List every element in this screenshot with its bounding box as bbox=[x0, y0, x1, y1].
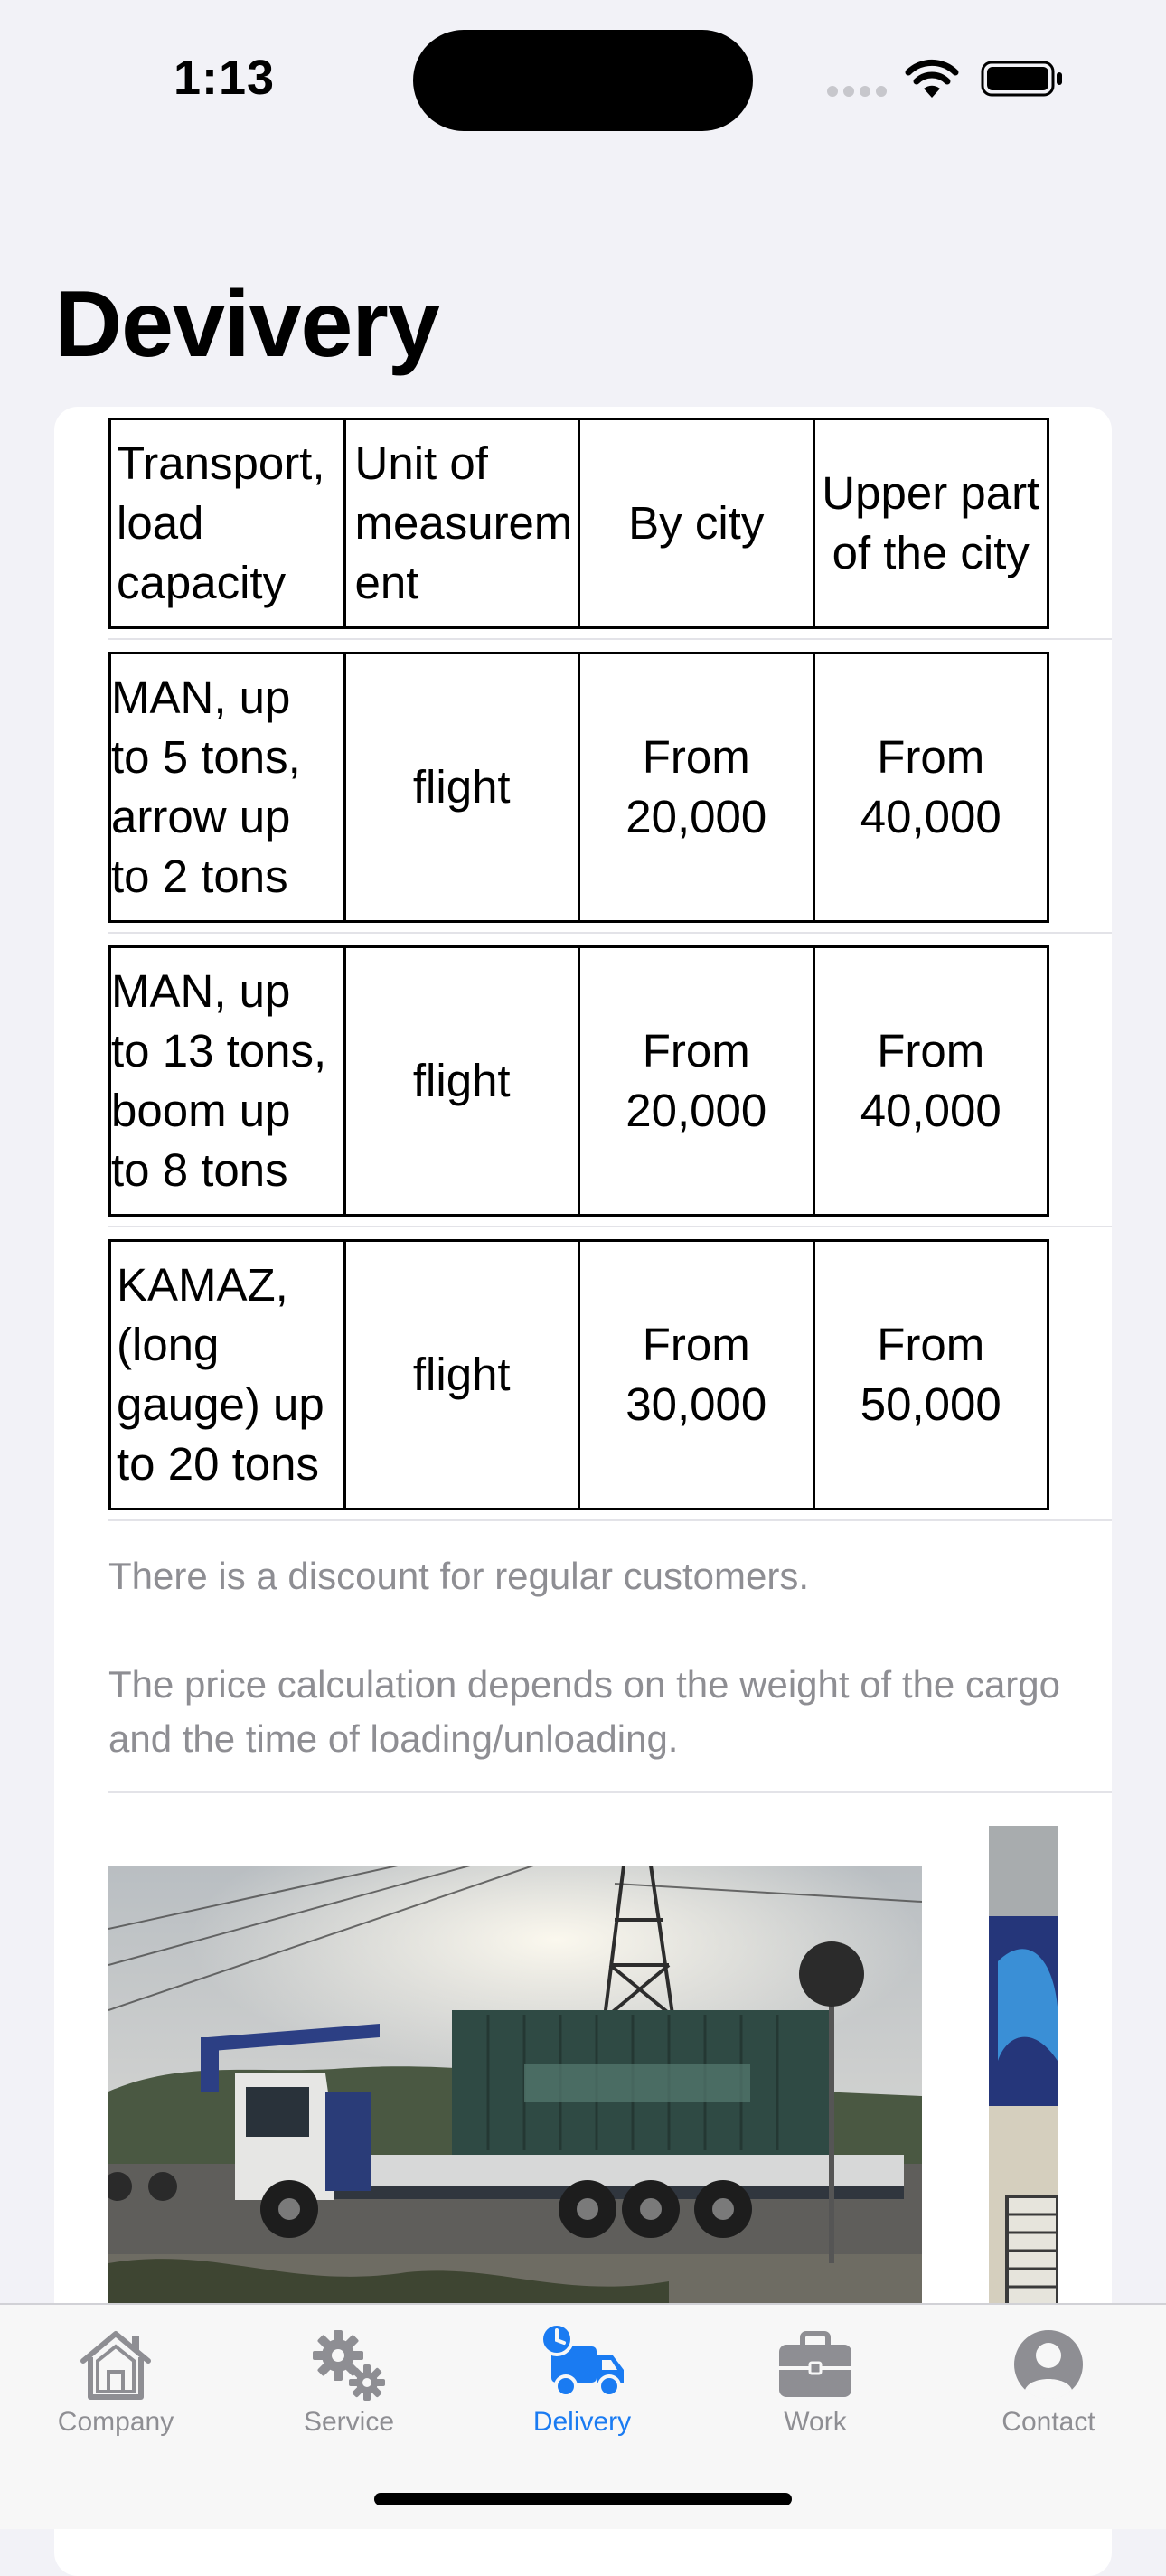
section-divider bbox=[108, 1791, 1112, 1793]
page-title: Devivery bbox=[54, 272, 440, 377]
table-cell-city-price: From 30,000 bbox=[578, 1239, 815, 1510]
crane-truck-image bbox=[108, 1866, 922, 2317]
tab-delivery[interactable]: Delivery bbox=[492, 2305, 672, 2449]
dynamic-island bbox=[413, 30, 753, 131]
table-cell-unit: flight bbox=[343, 1239, 580, 1510]
table-cell-transport: MAN, up to 5 tons, arrow up to 2 tons bbox=[108, 652, 346, 923]
table-header-row: Transport, load capacity Unit of measure… bbox=[108, 418, 1058, 629]
table-cell-city-price: From 20,000 bbox=[578, 652, 815, 923]
cellular-signal-icon bbox=[827, 86, 887, 97]
table-header-cell: Transport, load capacity bbox=[108, 418, 346, 629]
table-header-cell: Unit of measurem ent bbox=[343, 418, 580, 629]
table-row: MAN, up to 5 tons, arrow up to 2 tons fl… bbox=[108, 652, 1058, 923]
table-cell-unit: flight bbox=[343, 945, 580, 1217]
table-cell-upper-price: From 50,000 bbox=[812, 1239, 1049, 1510]
row-divider bbox=[108, 932, 1112, 934]
table-row: KAMAZ, (long gauge) up to 20 tons flight… bbox=[108, 1239, 1058, 1510]
tab-company[interactable]: Company bbox=[25, 2305, 206, 2449]
tab-service[interactable]: Service bbox=[259, 2305, 439, 2449]
row-divider bbox=[108, 1226, 1112, 1227]
table-cell-city-price: From 20,000 bbox=[578, 945, 815, 1217]
tab-label: Company bbox=[57, 2407, 174, 2437]
wifi-icon bbox=[905, 59, 959, 98]
gears-icon bbox=[313, 2330, 385, 2401]
row-divider bbox=[108, 638, 1112, 640]
table-cell-transport: MAN, up to 13 tons, boom up to 8 tons bbox=[108, 945, 346, 1217]
table-header-cell: By city bbox=[578, 418, 815, 629]
table-cell-upper-price: From 40,000 bbox=[812, 945, 1049, 1217]
content-card: Transport, load capacity Unit of measure… bbox=[54, 407, 1112, 2576]
tab-label: Work bbox=[784, 2407, 847, 2437]
tab-contact[interactable]: Contact bbox=[958, 2305, 1139, 2449]
table-header-cell: Upper part of the city bbox=[812, 418, 1049, 629]
table-row: MAN, up to 13 tons, boom up to 8 tons fl… bbox=[108, 945, 1058, 1217]
tab-work[interactable]: Work bbox=[725, 2305, 906, 2449]
home-indicator bbox=[374, 2493, 792, 2505]
truck-clock-icon bbox=[540, 2322, 624, 2398]
truck-image-partial bbox=[989, 1826, 1058, 2332]
battery-icon bbox=[981, 61, 1062, 97]
price-note: The price calculation depends on the wei… bbox=[108, 1663, 1061, 1760]
row-divider bbox=[108, 1519, 1112, 1521]
table-cell-unit: flight bbox=[343, 652, 580, 923]
tab-label: Service bbox=[303, 2407, 395, 2437]
discount-note: There is a discount for regular customer… bbox=[108, 1555, 809, 1597]
house-icon bbox=[80, 2331, 151, 2400]
person-circle-icon bbox=[1014, 2330, 1083, 2400]
tab-label: Delivery bbox=[532, 2407, 632, 2437]
table-cell-transport: KAMAZ, (long gauge) up to 20 tons bbox=[108, 1239, 346, 1510]
table-cell-upper-price: From 40,000 bbox=[812, 652, 1049, 923]
truck-photo-2[interactable] bbox=[989, 1826, 1058, 2332]
briefcase-icon bbox=[779, 2331, 851, 2397]
truck-photo[interactable] bbox=[108, 1866, 922, 2317]
status-time: 1:13 bbox=[174, 51, 276, 105]
tab-label: Contact bbox=[1001, 2407, 1095, 2437]
